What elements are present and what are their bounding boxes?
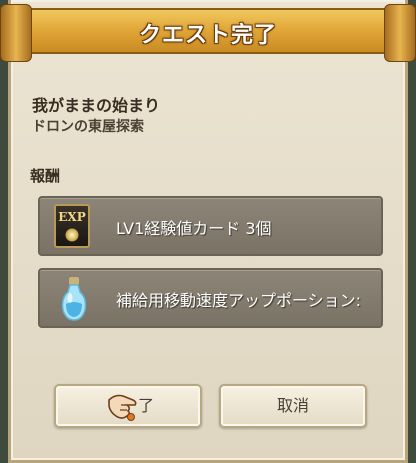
pointer-hand-cursor-icon — [108, 394, 137, 421]
reward-item-exp-card: EXP LV1経験値カード 3個 — [38, 196, 383, 256]
cancel-button[interactable]: 取消 — [219, 384, 367, 428]
potion-icon — [61, 277, 87, 321]
dialog-title: クエスト完了 — [138, 23, 277, 48]
quest-name: 我がままの始まり — [32, 96, 161, 115]
exp-card-icon: EXP — [54, 204, 90, 248]
quest-subtitle: ドロンの東屋探索 — [32, 119, 144, 135]
reward-text: LV1経験値カード 3個 — [116, 219, 272, 238]
reward-item-potion: 補給用移動速度アップポーション: — [38, 268, 383, 328]
reward-text: 補給用移動速度アップポーション: — [116, 291, 362, 310]
reward-label: 報酬 — [30, 167, 61, 185]
